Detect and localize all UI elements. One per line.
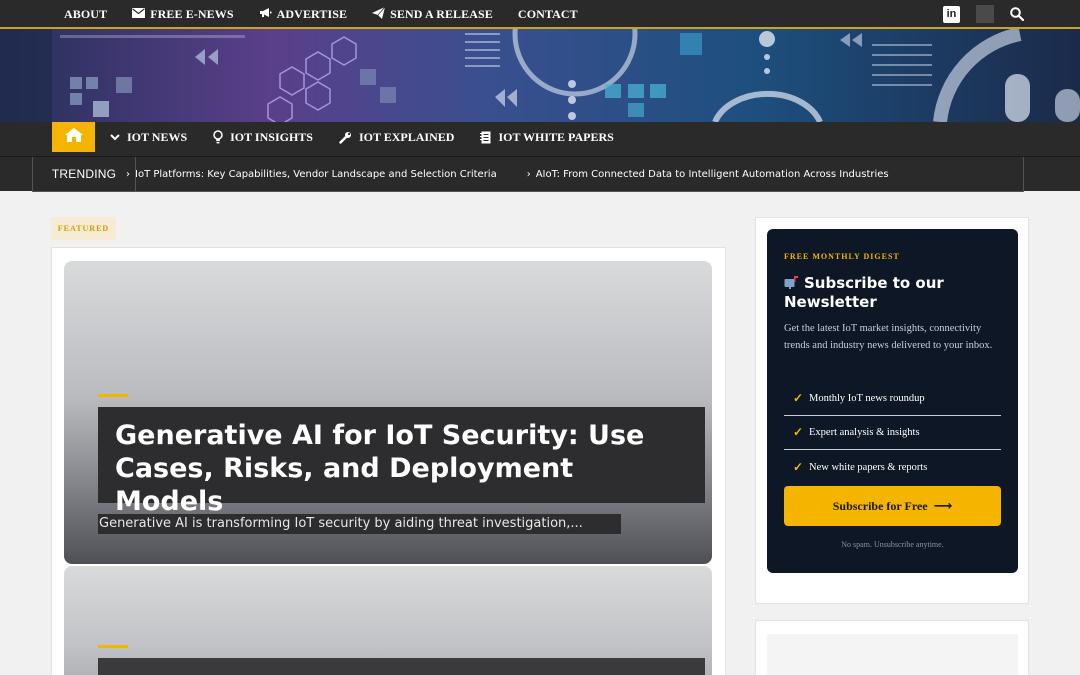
subscribe-button[interactable]: Subscribe for Free ⟶	[784, 486, 1001, 526]
trending-item[interactable]: › IoT Platforms: Key Capabilities, Vendor…	[126, 169, 497, 180]
checkmark-icon: ✓	[793, 391, 804, 405]
top-nav: ABOUT FREE E-NEWS ADVERTISE SEND A RELEA…	[64, 0, 603, 29]
featured-article-card[interactable]: Generative AI for IoT Security: Use Case…	[64, 261, 712, 564]
newsletter-description: Get the latest IoT market insights, conn…	[784, 323, 993, 351]
accent-line	[98, 645, 128, 648]
trending-item-label: IoT Platforms: Key Capabilities, Vendor …	[135, 168, 497, 180]
notebook-icon	[480, 131, 491, 144]
social-placeholder-icon[interactable]	[976, 5, 994, 23]
main-nav-items: IOT NEWS IOT INSIGHTS IOT EXPLAINED IOT …	[110, 122, 640, 152]
top-nav-advertise[interactable]: ADVERTISE	[259, 7, 348, 22]
newsletter-kicker: FREE MONTHLY DIGEST	[784, 252, 900, 261]
mailbox-icon	[784, 275, 798, 289]
article-title-box	[98, 658, 705, 675]
top-nav-send-release[interactable]: SEND A RELEASE	[372, 6, 493, 23]
wrench-icon	[339, 131, 352, 144]
main-nav: IOT NEWS IOT INSIGHTS IOT EXPLAINED IOT …	[0, 122, 1080, 156]
linkedin-icon[interactable]: in	[943, 5, 960, 23]
nav-iot-white-papers-label: IOT WHITE PAPERS	[498, 129, 614, 144]
newsletter-widget: FREE MONTHLY DIGEST Subscribe to our New…	[767, 229, 1018, 573]
home-icon	[64, 127, 84, 148]
featured-tag[interactable]: FEATURED	[51, 217, 116, 240]
arrow-right-icon: ⟶	[933, 498, 953, 514]
top-right-icons: in	[943, 5, 1025, 23]
envelope-icon	[132, 7, 146, 22]
newsletter-title: Subscribe to our Newsletter	[784, 274, 1004, 312]
nav-iot-white-papers[interactable]: IOT WHITE PAPERS	[480, 129, 614, 145]
newsletter-footnote: No spam. Unsubscribe anytime.	[841, 540, 944, 549]
header-banner[interactable]	[0, 29, 1080, 122]
benefit-item-label: New white papers & reports	[809, 461, 928, 473]
subscribe-button-label: Subscribe for Free	[832, 498, 928, 513]
benefit-item-label: Expert analysis & insights	[809, 427, 920, 438]
banner-graphic	[0, 29, 1080, 122]
home-button[interactable]	[52, 122, 95, 152]
chevron-right-icon: ›	[126, 168, 130, 180]
search-icon[interactable]	[1010, 7, 1025, 22]
nav-iot-explained[interactable]: IOT EXPLAINED	[339, 130, 454, 145]
article-title-box: Generative AI for IoT Security: Use Case…	[98, 407, 705, 517]
top-nav-about-label: ABOUT	[64, 7, 108, 21]
nav-iot-news-label: IOT NEWS	[127, 129, 188, 144]
nav-iot-insights[interactable]: IOT INSIGHTS	[213, 130, 313, 145]
lightbulb-icon	[213, 130, 223, 144]
benefit-item-label: Monthly IoT news roundup	[809, 393, 925, 404]
nav-iot-insights-label: IOT INSIGHTS	[230, 129, 313, 144]
benefit-item: ✓ New white papers & reports	[784, 450, 1001, 484]
top-nav-contact-label: CONTACT	[517, 7, 578, 21]
accent-line	[98, 394, 128, 397]
trending-item[interactable]: › AIoT: From Connected Data to Intelligen…	[527, 169, 889, 180]
top-nav-contact[interactable]: CONTACT	[518, 7, 578, 22]
chevron-right-icon: ›	[526, 168, 531, 180]
chevron-down-icon	[110, 133, 120, 141]
checkmark-icon: ✓	[793, 459, 804, 474]
top-nav-about[interactable]: ABOUT	[64, 7, 107, 22]
newsletter-benefits: ✓ Monthly IoT news roundup ✓ Expert anal…	[784, 382, 1001, 484]
paper-plane-icon	[372, 6, 386, 23]
nav-iot-explained-label: IOT EXPLAINED	[358, 129, 455, 144]
benefit-item: ✓ Monthly IoT news roundup	[784, 382, 1001, 416]
checkmark-icon: ✓	[793, 425, 804, 439]
linkedin-icon-label: in	[946, 8, 957, 20]
sidebar-placeholder	[767, 634, 1018, 675]
article-card[interactable]	[64, 566, 712, 675]
megaphone-icon	[259, 7, 272, 22]
nav-iot-news[interactable]: IOT NEWS	[110, 130, 187, 145]
sidebar-panel-2	[755, 620, 1029, 675]
top-nav-send-release-label: SEND A RELEASE	[390, 7, 493, 21]
benefit-item: ✓ Expert analysis & insights	[784, 416, 1001, 450]
top-nav-free-enews-label: FREE E-NEWS	[150, 7, 234, 21]
trending-items: › IoT Platforms: Key Capabilities, Vendor…	[126, 157, 919, 191]
newsletter-title-text: Subscribe to our Newsletter	[784, 274, 944, 311]
top-nav-advertise-label: ADVERTISE	[276, 7, 348, 21]
top-bar: ABOUT FREE E-NEWS ADVERTISE SEND A RELEA…	[0, 0, 1080, 29]
article-title[interactable]: Generative AI for IoT Security: Use Case…	[115, 419, 688, 518]
trending-label: TRENDING	[33, 157, 136, 191]
top-nav-free-enews[interactable]: FREE E-NEWS	[132, 7, 234, 22]
trending-item-label: AIoT: From Connected Data to Intelligent…	[535, 168, 889, 180]
article-excerpt: Generative AI is transforming IoT securi…	[98, 514, 621, 534]
trending-bar: TRENDING › IoT Platforms: Key Capabilitie…	[0, 156, 1080, 192]
